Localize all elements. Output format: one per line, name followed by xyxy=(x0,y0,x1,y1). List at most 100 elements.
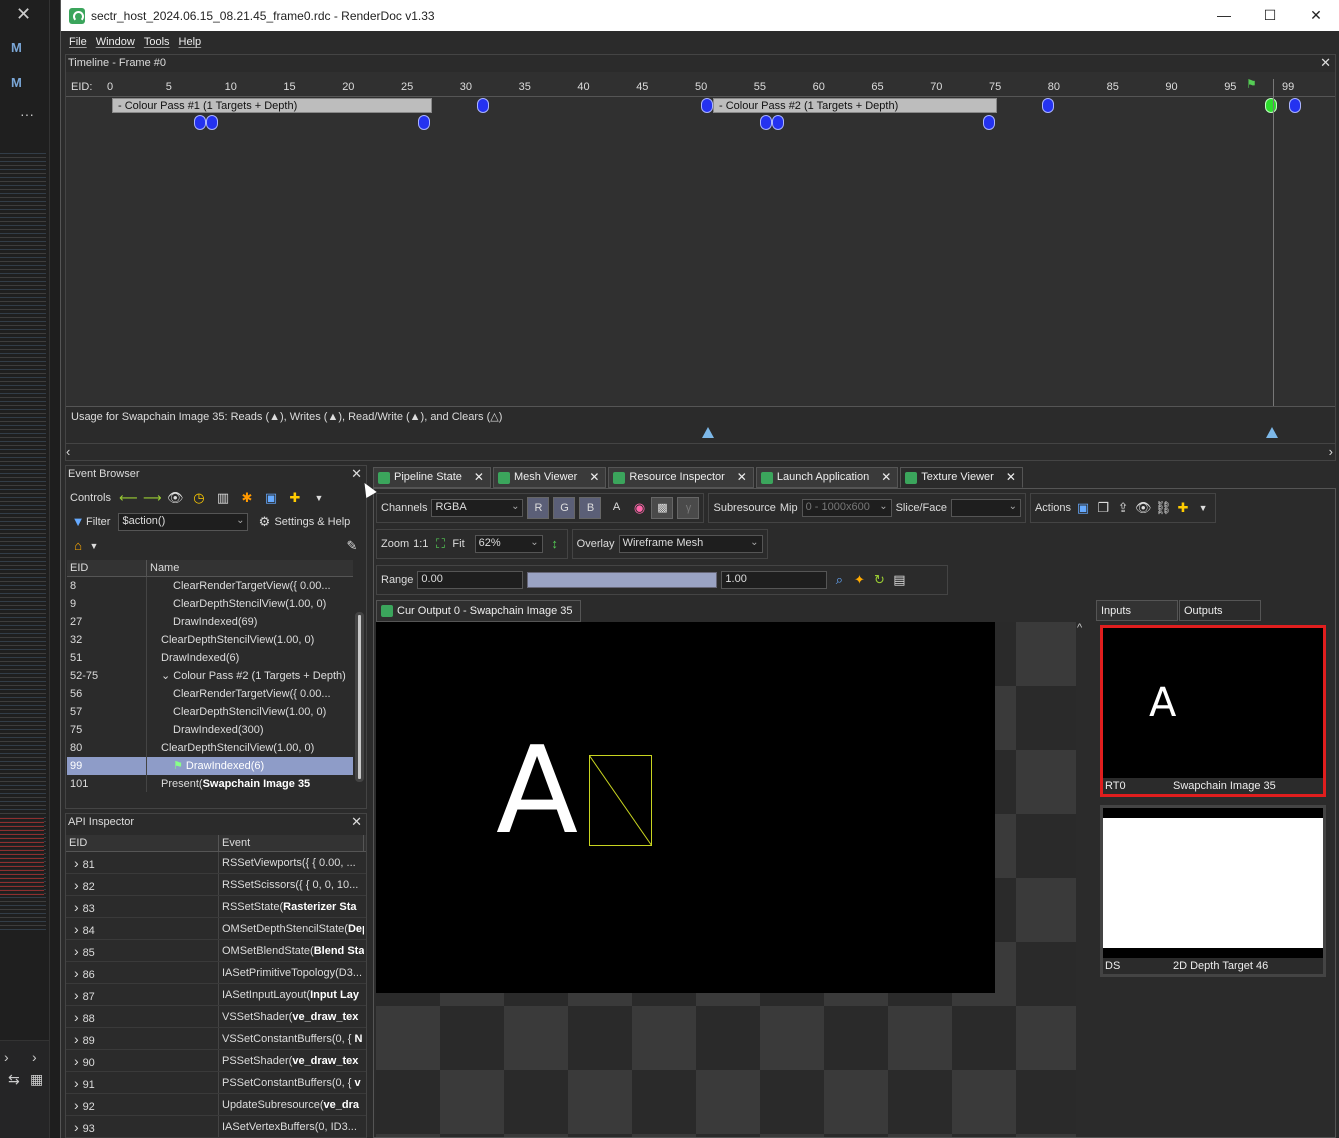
fit-icon[interactable]: ⛶ xyxy=(432,536,448,552)
colour-pass-1[interactable]: - Colour Pass #1 (1 Targets + Depth) xyxy=(112,98,432,113)
output-tab[interactable]: Cur Output 0 - Swapchain Image 35 xyxy=(376,600,582,622)
blue-channel-toggle[interactable]: B xyxy=(579,497,602,519)
chevron-right-icon[interactable]: › xyxy=(4,1049,9,1065)
timeline-event-marker[interactable] xyxy=(760,115,772,130)
chevron-right-icon[interactable]: › xyxy=(74,855,83,871)
close-icon[interactable]: ✕ xyxy=(351,466,362,482)
chevron-left-icon[interactable]: ‹ xyxy=(66,444,70,459)
save-icon[interactable]: ▣ xyxy=(1075,500,1091,516)
timeline-event-marker[interactable] xyxy=(701,98,713,113)
home-icon[interactable]: ⌂ xyxy=(70,538,86,554)
api-row[interactable]: › 89 VSSetConstantBuffers(0, { N xyxy=(66,1028,366,1050)
timeline-event-marker[interactable] xyxy=(1289,98,1301,113)
reset-icon[interactable]: ↻ xyxy=(871,572,887,588)
close-icon[interactable]: ✕ xyxy=(1320,55,1331,71)
wand-icon[interactable]: ✦ xyxy=(851,572,867,588)
tab-resource-inspector[interactable]: Resource Inspector ✕ xyxy=(608,467,754,488)
tab-mesh-viewer[interactable]: Mesh Viewer ✕ xyxy=(492,467,607,488)
chevron-right-icon[interactable]: › xyxy=(74,1031,83,1047)
chevron-right-icon[interactable]: › xyxy=(74,943,83,959)
event-row[interactable]: 51 DrawIndexed(6) xyxy=(67,649,363,667)
api-row[interactable]: › 87 IASetInputLayout(Input Lay xyxy=(66,984,366,1006)
timeline-event-marker[interactable] xyxy=(418,115,430,130)
timeline-event-marker[interactable] xyxy=(206,115,218,130)
close-icon[interactable]: ✕ xyxy=(1006,467,1016,488)
zoom-icon[interactable]: ⌕ xyxy=(831,572,847,588)
menu-file[interactable]: File xyxy=(69,36,87,48)
event-row[interactable]: 80 ClearDepthStencilView(1.00, 0) xyxy=(67,739,363,757)
chevron-right-icon[interactable]: › xyxy=(74,877,83,893)
zoom-1-1-button[interactable]: 1:1 xyxy=(413,538,428,550)
color-wheel-icon[interactable]: ◉ xyxy=(631,500,647,516)
histogram-icon[interactable]: ▤ xyxy=(891,572,907,588)
outputs-tab[interactable]: Outputs xyxy=(1179,600,1261,621)
chevron-right-icon[interactable]: › xyxy=(74,921,83,937)
settings-help-button[interactable]: Settings & Help xyxy=(274,516,350,528)
timeline-event-marker[interactable] xyxy=(1042,98,1054,113)
event-row[interactable]: 75 DrawIndexed(300) xyxy=(67,721,363,739)
gear-icon[interactable]: ⚙ xyxy=(256,514,272,530)
chevron-right-icon[interactable]: › xyxy=(74,987,83,1003)
chevron-right-icon[interactable]: › xyxy=(74,899,83,915)
zoom-select[interactable]: 62% ⌄ xyxy=(474,535,543,553)
arrow-right-icon[interactable]: ⟶ xyxy=(143,490,162,506)
event-row[interactable]: 9 ClearDepthStencilView(1.00, 0) xyxy=(67,595,363,613)
event-row[interactable]: 32 ClearDepthStencilView(1.00, 0) xyxy=(67,631,363,649)
api-row[interactable]: › 84OMSetDepthStencilState(Dep xyxy=(66,918,366,940)
timeline-area[interactable]: EID: 0 5 10 15 20 25 30 35 40 45 50 55 60 65 70 75 80 85 9… xyxy=(66,72,1335,406)
timeline-event-marker[interactable] xyxy=(772,115,784,130)
chevron-right-icon[interactable]: › xyxy=(32,1049,37,1065)
chevron-right-icon[interactable]: › xyxy=(74,1097,83,1113)
range-min-input[interactable]: 0.00 xyxy=(417,571,524,589)
chevron-down-icon[interactable]: ⌄ xyxy=(879,501,887,512)
api-row[interactable]: › 82 RSSetScissors({ { 0, 0, 10... xyxy=(66,874,366,896)
bar-chart-icon[interactable]: ▥ xyxy=(215,490,231,506)
timeline-event-marker[interactable] xyxy=(477,98,489,113)
event-row[interactable]: 56 ClearRenderTargetView({ 0.00... xyxy=(67,685,363,703)
api-row[interactable]: › 92 UpdateSubresource(ve_dra xyxy=(66,1094,366,1116)
write-marker[interactable] xyxy=(1266,427,1278,438)
map-icon[interactable]: ▦ xyxy=(30,1071,43,1088)
chevron-down-icon[interactable]: ⌄ xyxy=(236,515,244,526)
slice-face-select[interactable]: ⌄ xyxy=(950,499,1021,517)
timeline-event-marker[interactable] xyxy=(194,115,206,130)
copy-icon[interactable]: ❐ xyxy=(1095,500,1111,516)
viewport-scrollbar[interactable]: ^ xyxy=(1076,622,1088,1137)
save-icon[interactable]: ▣ xyxy=(263,490,279,506)
overlay-select[interactable]: Wireframe Mesh ⌄ xyxy=(618,535,763,553)
filter-input[interactable]: $action() ⌄ xyxy=(118,513,249,531)
chevron-right-icon[interactable]: › xyxy=(74,965,83,981)
alpha-channel-toggle[interactable]: A xyxy=(605,497,627,519)
chevron-right-icon[interactable]: › xyxy=(74,1119,83,1135)
menu-window[interactable]: Window xyxy=(96,36,135,48)
api-row[interactable]: › 83 RSSetState(Rasterizer Sta xyxy=(66,896,366,918)
timeline-event-marker[interactable] xyxy=(983,115,995,130)
colour-pass-2[interactable]: - Colour Pass #2 (1 Targets + Depth) xyxy=(713,98,997,113)
api-row[interactable]: › 86 IASetPrimitiveTopology(D3... xyxy=(66,962,366,984)
asterisk-icon[interactable]: ✱ xyxy=(239,490,255,506)
close-icon[interactable]: ✕ xyxy=(737,467,747,488)
open-icon[interactable]: ⇪ xyxy=(1115,500,1131,516)
chevron-down-icon[interactable]: ⌄ xyxy=(750,537,758,548)
chevron-right-icon[interactable]: › xyxy=(74,1075,83,1091)
scroll-thumb[interactable] xyxy=(355,612,364,782)
green-channel-toggle[interactable]: G xyxy=(553,497,576,519)
api-row[interactable]: › 91 PSSetConstantBuffers(0, { v xyxy=(66,1072,366,1094)
chevron-up-icon[interactable]: ^ xyxy=(1077,622,1082,634)
mip-select[interactable]: 0 - 1000x600 ⌄ xyxy=(801,499,892,517)
chevron-right-icon[interactable]: › xyxy=(74,1009,83,1025)
event-row[interactable]: 101 Present(Swapchain Image 35 xyxy=(67,775,363,792)
tab-pipeline-state[interactable]: Pipeline State ✕ xyxy=(373,467,491,488)
more-icon[interactable]: ··· xyxy=(20,106,34,122)
puzzle-icon[interactable]: ✚ xyxy=(1175,500,1191,516)
chevron-down-icon[interactable]: ▼ xyxy=(1195,500,1211,516)
branch-icon[interactable]: ⇆ xyxy=(8,1071,20,1088)
menu-tools[interactable]: Tools xyxy=(144,36,170,48)
range-slider[interactable] xyxy=(527,572,718,588)
api-row[interactable]: › 93 IASetVertexBuffers(0, ID3... xyxy=(66,1116,366,1138)
range-max-input[interactable]: 1.00 xyxy=(721,571,828,589)
close-icon[interactable]: ✕ xyxy=(474,467,484,488)
texture-viewport[interactable]: A xyxy=(376,622,1076,1137)
link-icon[interactable]: ⛓ xyxy=(1155,500,1172,516)
column-name[interactable]: Name xyxy=(147,560,363,576)
